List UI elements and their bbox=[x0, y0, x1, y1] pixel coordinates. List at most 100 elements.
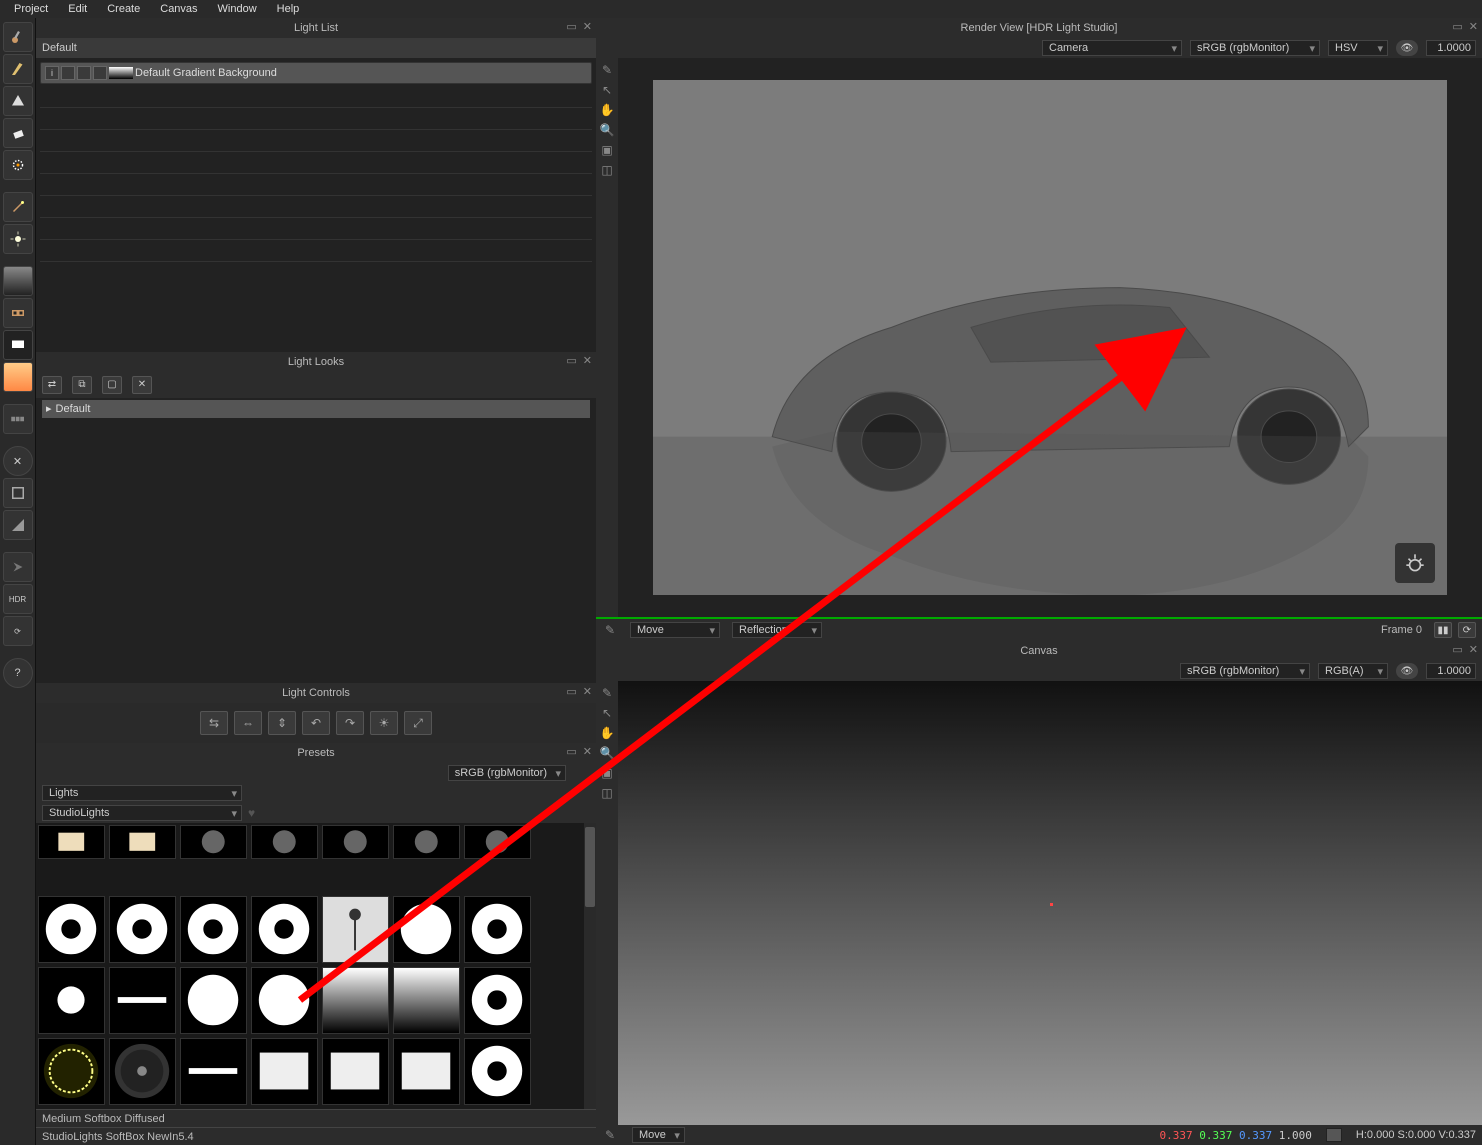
undock-icon[interactable]: ▭ bbox=[566, 354, 576, 367]
preset-thumb-circle-white[interactable] bbox=[251, 825, 318, 859]
favorite-icon[interactable]: ♥ bbox=[248, 806, 255, 820]
canvas-mode-dropdown[interactable]: RGB(A) bbox=[1318, 663, 1388, 679]
preset-thumb-disc[interactable] bbox=[393, 896, 460, 963]
presets-category-dropdown[interactable]: Lights bbox=[42, 785, 242, 801]
tool-gradient-icon[interactable] bbox=[3, 266, 33, 296]
close-icon[interactable]: ✕ bbox=[583, 745, 592, 758]
preset-thumb-grad-top[interactable] bbox=[322, 967, 389, 1034]
hand-icon[interactable]: ✋ bbox=[599, 725, 615, 741]
menu-edit[interactable]: Edit bbox=[58, 3, 97, 15]
info-icon[interactable]: i bbox=[45, 66, 59, 80]
fit-icon[interactable]: ▣ bbox=[599, 142, 615, 158]
preset-thumb-rect-warm2[interactable] bbox=[109, 825, 176, 859]
pick-mode-dropdown[interactable]: Reflection bbox=[732, 622, 822, 638]
menu-canvas[interactable]: Canvas bbox=[150, 3, 207, 15]
preset-thumb-gobo[interactable] bbox=[38, 1038, 105, 1105]
tool-fill-icon[interactable] bbox=[3, 510, 33, 540]
preset-thumb-ring-amber[interactable] bbox=[251, 896, 318, 963]
preset-thumb-grid-panel[interactable] bbox=[322, 1038, 389, 1105]
tool-pencil-icon[interactable] bbox=[3, 54, 33, 84]
preset-thumb-grad-v[interactable] bbox=[393, 967, 460, 1034]
rotate-ccw-icon[interactable]: ↶ bbox=[302, 711, 330, 735]
preset-thumb-circle-blur[interactable] bbox=[393, 825, 460, 859]
render-viewport[interactable] bbox=[618, 58, 1482, 617]
menu-create[interactable]: Create bbox=[97, 3, 150, 15]
looks-new-icon[interactable]: ▢ bbox=[102, 376, 122, 394]
menu-window[interactable]: Window bbox=[208, 3, 267, 15]
exposure-toggle-icon[interactable]: 👁 bbox=[1396, 40, 1418, 56]
preset-thumb-ring-pink[interactable] bbox=[109, 896, 176, 963]
canvas-move-dropdown[interactable]: Move bbox=[632, 1127, 685, 1143]
tool-eraser-icon[interactable] bbox=[3, 118, 33, 148]
undock-icon[interactable]: ▭ bbox=[566, 20, 576, 33]
preset-thumb-ring-black[interactable] bbox=[464, 1038, 531, 1105]
tool-frame-icon[interactable] bbox=[3, 478, 33, 508]
camera-dropdown[interactable]: Camera bbox=[1042, 40, 1182, 56]
rotate-cw-icon[interactable]: ↷ bbox=[336, 711, 364, 735]
tool-shape-icon[interactable] bbox=[3, 86, 33, 116]
preset-thumb-circle-cool[interactable] bbox=[180, 825, 247, 859]
environment-sun-icon[interactable] bbox=[1395, 543, 1435, 583]
center-h-icon[interactable]: ⇔ bbox=[234, 711, 262, 735]
undock-icon[interactable]: ▭ bbox=[566, 745, 576, 758]
canvas-viewport[interactable] bbox=[618, 681, 1482, 1125]
fit-icon[interactable]: ▣ bbox=[599, 765, 615, 781]
preset-thumb-disc-big[interactable] bbox=[251, 967, 318, 1034]
light-list-group[interactable]: Default bbox=[36, 38, 596, 58]
hand-icon[interactable]: ✋ bbox=[599, 102, 615, 118]
refresh-icon[interactable]: ⟳ bbox=[1458, 622, 1476, 638]
render-colorspace-dropdown[interactable]: sRGB (rgbMonitor) bbox=[1190, 40, 1320, 56]
looks-delete-icon[interactable]: ✕ bbox=[132, 376, 152, 394]
preset-thumb-soft-wide[interactable] bbox=[393, 1038, 460, 1105]
undock-icon[interactable]: ▭ bbox=[1452, 643, 1462, 656]
close-icon[interactable]: ✕ bbox=[583, 354, 592, 367]
tool-screen-icon[interactable] bbox=[3, 330, 33, 360]
tool-warm-icon[interactable] bbox=[3, 362, 33, 392]
menu-help[interactable]: Help bbox=[267, 3, 310, 15]
zoom-icon[interactable]: 🔍 bbox=[599, 122, 615, 138]
undock-icon[interactable]: ▭ bbox=[566, 685, 576, 698]
preset-thumb-square[interactable] bbox=[251, 1038, 318, 1105]
menu-project[interactable]: Project bbox=[4, 3, 58, 15]
brush-icon[interactable]: ✎ bbox=[599, 685, 615, 701]
tool-crosshair-icon[interactable] bbox=[3, 150, 33, 180]
preset-thumb-rect-warm[interactable] bbox=[38, 825, 105, 859]
exposure-field[interactable]: 1.0000 bbox=[1426, 40, 1476, 56]
canvas-exposure-field[interactable]: 1.0000 bbox=[1426, 663, 1476, 679]
preset-thumb-circle-cool2[interactable] bbox=[322, 825, 389, 859]
preset-scrollbar[interactable] bbox=[584, 823, 596, 1109]
tool-hdr-icon[interactable]: HDR bbox=[3, 584, 33, 614]
brush-icon[interactable]: ✎ bbox=[599, 62, 615, 78]
move-mode-dropdown[interactable]: Move bbox=[630, 622, 720, 638]
close-icon[interactable]: ✕ bbox=[1469, 20, 1478, 33]
brightness-icon[interactable]: ☀ bbox=[370, 711, 398, 735]
preset-thumb-bar[interactable] bbox=[109, 967, 176, 1034]
preset-thumb-stand[interactable] bbox=[322, 896, 389, 963]
center-v-icon[interactable]: ⇕ bbox=[268, 711, 296, 735]
flip-h-icon[interactable]: ⇆ bbox=[200, 711, 228, 735]
preset-thumb-ring-white[interactable] bbox=[464, 896, 531, 963]
canvas-exposure-toggle-icon[interactable]: 👁 bbox=[1396, 663, 1418, 679]
lock-icon[interactable] bbox=[93, 66, 107, 80]
zoom-icon[interactable]: 🔍 bbox=[599, 745, 615, 761]
close-icon[interactable]: ✕ bbox=[1469, 643, 1478, 656]
crop-icon[interactable]: ◫ bbox=[599, 162, 615, 178]
pause-icon[interactable]: ▮▮ bbox=[1434, 622, 1452, 638]
pointer-icon[interactable]: ↖ bbox=[599, 705, 615, 721]
crop-icon[interactable]: ◫ bbox=[599, 785, 615, 801]
tool-hdr-refresh-icon[interactable]: ⟳ bbox=[3, 616, 33, 646]
canvas-colorspace-dropdown[interactable]: sRGB (rgbMonitor) bbox=[1180, 663, 1310, 679]
mute-icon[interactable] bbox=[61, 66, 75, 80]
preset-thumb-bar2[interactable] bbox=[180, 1038, 247, 1105]
tool-close-icon[interactable]: ✕ bbox=[3, 446, 33, 476]
preset-thumb-circle-soft[interactable] bbox=[464, 825, 531, 859]
close-icon[interactable]: ✕ bbox=[583, 685, 592, 698]
presets-colorspace-dropdown[interactable]: sRGB (rgbMonitor) bbox=[448, 765, 566, 781]
look-item-default[interactable]: ▸Default bbox=[42, 400, 590, 418]
presets-library-dropdown[interactable]: StudioLights bbox=[42, 805, 242, 821]
looks-add-icon[interactable]: ⇄ bbox=[42, 376, 62, 394]
undock-icon[interactable]: ▭ bbox=[1452, 20, 1462, 33]
preset-thumb-ring-orange[interactable] bbox=[180, 896, 247, 963]
solo-icon[interactable] bbox=[77, 66, 91, 80]
render-mode-dropdown[interactable]: HSV bbox=[1328, 40, 1388, 56]
